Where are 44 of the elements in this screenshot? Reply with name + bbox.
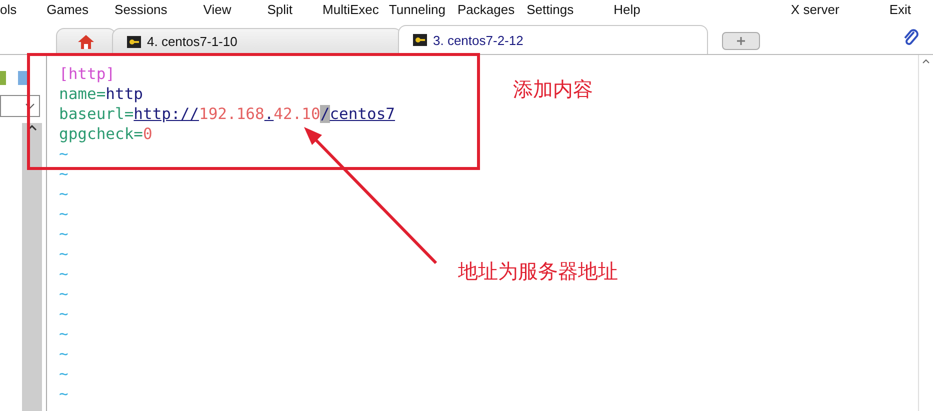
key-icon (127, 36, 141, 48)
empty-line-marker: ~ (59, 304, 68, 324)
key-icon (413, 34, 427, 46)
menu-item[interactable]: Exit (889, 2, 911, 16)
empty-line-marker: ~ (59, 324, 68, 344)
annotation-text: 添加内容 (513, 76, 593, 103)
chevron-down-icon (25, 103, 35, 109)
empty-line-marker: ~ (59, 364, 68, 384)
menu-item[interactable]: MultiExec (322, 2, 379, 16)
menu-item[interactable]: X server (790, 2, 840, 16)
empty-line-marker: ~ (59, 224, 68, 244)
empty-line-marker: ~ (59, 144, 68, 164)
empty-line-marker: ~ (59, 244, 68, 264)
menu-item[interactable]: ols (0, 2, 17, 16)
session-tab[interactable]: 3. centos7-2-12 (398, 25, 708, 54)
house-icon (77, 34, 95, 50)
code-line: baseurl=http://192.168.42.10/centos7 (59, 104, 396, 124)
annotation-text: 地址为服务器地址 (458, 258, 618, 285)
empty-line-marker: ~ (59, 204, 68, 224)
empty-line-marker: ~ (59, 344, 68, 364)
code-line: gpgcheck=0 (59, 124, 152, 144)
chevron-up-icon (922, 59, 930, 64)
empty-line-marker: ~ (59, 164, 68, 184)
code-line: name=http (59, 84, 143, 104)
empty-line-marker: ~ (59, 384, 68, 404)
menu-item[interactable]: Help (614, 2, 640, 16)
plus-icon (737, 37, 745, 45)
empty-line-marker: ~ (59, 284, 68, 304)
menu-item[interactable]: Settings (526, 2, 574, 16)
menu-item[interactable]: Split (267, 2, 293, 16)
menu-item[interactable]: Packages (458, 2, 515, 16)
path-dropdown[interactable] (0, 95, 40, 117)
new-tab-button[interactable] (722, 32, 760, 50)
menu-item[interactable]: Tunneling (388, 2, 446, 16)
menu-item[interactable]: View (203, 2, 232, 16)
menu-item[interactable]: Sessions (114, 2, 168, 16)
menu-item[interactable]: Games (46, 2, 89, 16)
empty-line-marker: ~ (59, 264, 68, 284)
scrollbar[interactable] (22, 123, 42, 411)
paperclip-icon (903, 28, 919, 48)
code-line: [http] (59, 64, 115, 84)
home-tab[interactable] (56, 28, 116, 54)
empty-line-marker: ~ (59, 184, 68, 204)
chevron-up-icon (27, 125, 37, 131)
